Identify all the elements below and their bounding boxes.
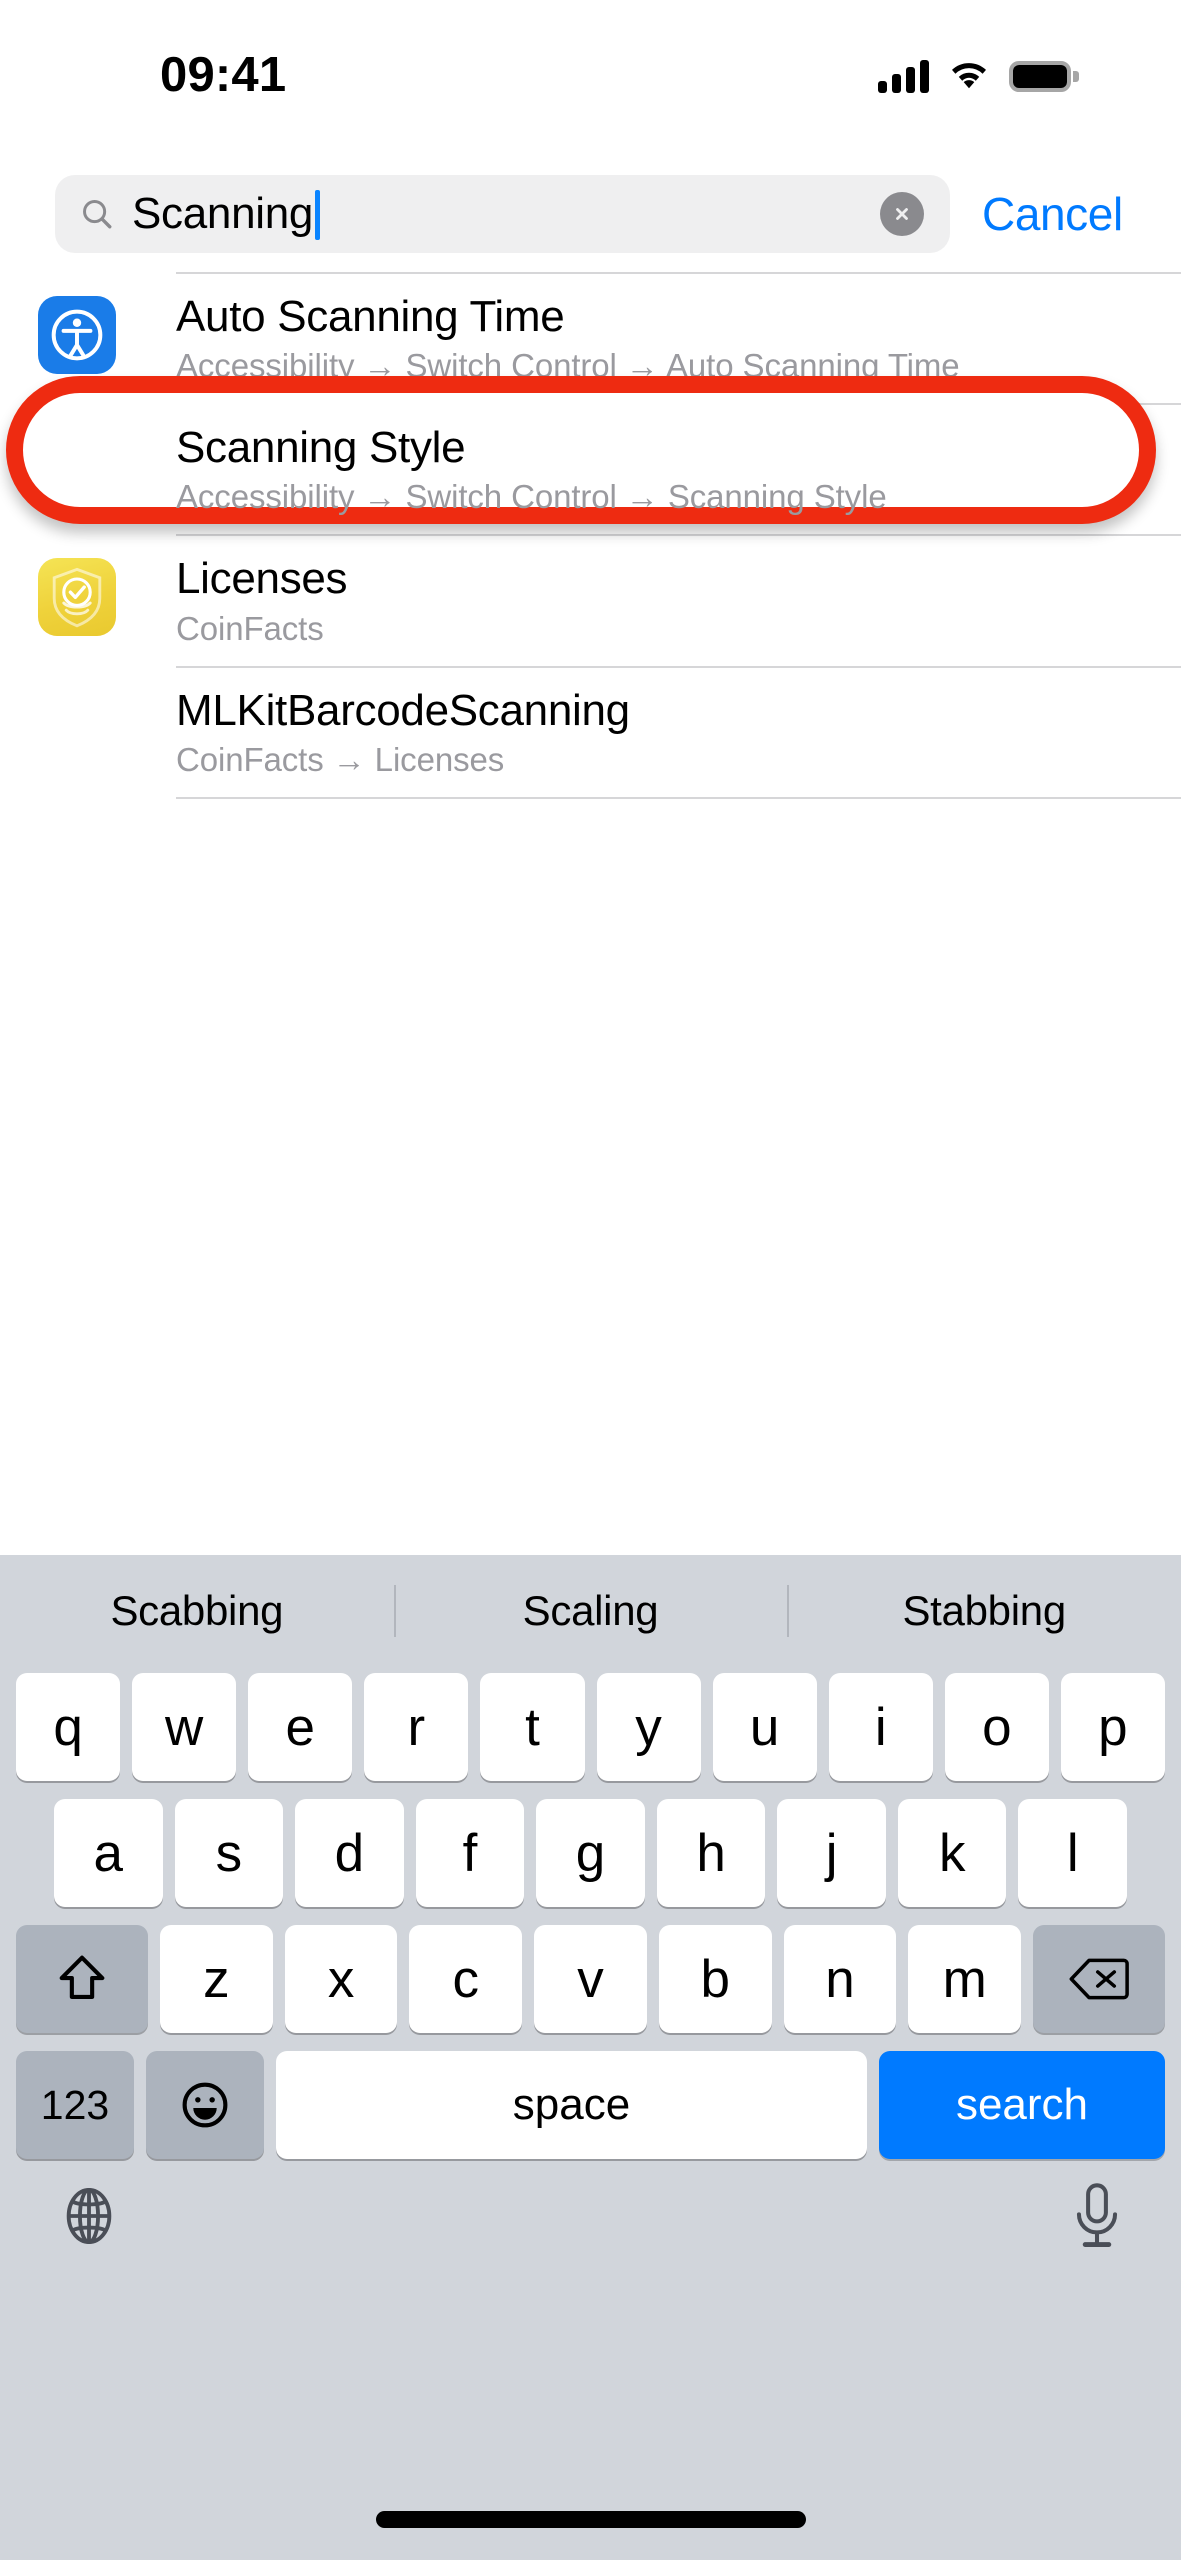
- search-bar: Scanning Cancel: [0, 168, 1181, 260]
- key-t[interactable]: t: [480, 1673, 585, 1781]
- keyboard-row-2: a s d f g h j k l: [0, 1799, 1181, 1907]
- list-item-body: MLKitBarcodeScanning CoinFacts → License…: [176, 686, 660, 779]
- space-key[interactable]: space: [276, 2051, 867, 2159]
- globe-icon: [66, 2187, 112, 2245]
- list-item[interactable]: MLKitBarcodeScanning CoinFacts → License…: [0, 668, 1181, 797]
- home-indicator: [375, 2511, 806, 2528]
- search-input-value: Scanning: [132, 189, 314, 238]
- list-item-body: Scanning Style Accessibility → Switch Co…: [176, 423, 917, 516]
- list-item-breadcrumb: Accessibility → Switch Control → Scannin…: [176, 478, 887, 516]
- suggestion-item[interactable]: Scaling: [394, 1587, 788, 1635]
- key-k[interactable]: k: [897, 1799, 1007, 1907]
- list-item-title: Auto Scanning Time: [176, 292, 565, 341]
- search-icon: [83, 200, 112, 229]
- delete-backward-icon: [1069, 1958, 1129, 2000]
- key-m[interactable]: m: [908, 1925, 1022, 2033]
- keyboard-bottom-bar: [0, 2159, 1181, 2256]
- key-g[interactable]: g: [536, 1799, 645, 1907]
- key-h[interactable]: h: [656, 1799, 766, 1907]
- key-e[interactable]: e: [248, 1673, 353, 1781]
- key-l[interactable]: l: [1018, 1799, 1128, 1907]
- key-f[interactable]: f: [415, 1799, 525, 1907]
- emoji-key[interactable]: [146, 2051, 264, 2159]
- shift-key[interactable]: [15, 1925, 148, 2033]
- key-y[interactable]: y: [596, 1673, 701, 1781]
- status-bar-time: 09:41: [160, 48, 287, 102]
- key-b[interactable]: b: [658, 1925, 772, 2033]
- key-r[interactable]: r: [364, 1673, 469, 1781]
- key-p[interactable]: p: [1060, 1673, 1165, 1781]
- list-item-body: Licenses CoinFacts: [176, 554, 377, 647]
- suggestion-bar: Scabbing Scaling Stabbing: [0, 1555, 1181, 1667]
- suggestion-item[interactable]: Scabbing: [0, 1587, 394, 1635]
- shift-arrow-icon: [59, 1955, 105, 1999]
- key-v[interactable]: v: [534, 1925, 647, 2033]
- list-item-breadcrumb: CoinFacts → Licenses: [176, 740, 505, 778]
- key-x[interactable]: x: [284, 1925, 398, 2033]
- suggestion-item[interactable]: Stabbing: [787, 1587, 1181, 1635]
- keyboard-row-1: q w e r t y u i o p: [0, 1673, 1181, 1781]
- delete-key[interactable]: [1033, 1925, 1166, 2033]
- list-item[interactable]: Auto Scanning Time Accessibility → Switc…: [0, 274, 1181, 403]
- clear-search-button[interactable]: [880, 192, 924, 236]
- key-c[interactable]: c: [409, 1925, 523, 2033]
- microphone-icon: [1076, 2183, 1118, 2247]
- text-cursor: [315, 190, 321, 240]
- search-return-key[interactable]: search: [879, 2051, 1165, 2159]
- key-i[interactable]: i: [828, 1673, 933, 1781]
- wifi-icon: [952, 63, 986, 89]
- list-item-breadcrumb: Accessibility → Switch Control → Auto Sc…: [176, 347, 960, 385]
- list-item[interactable]: Licenses CoinFacts: [0, 536, 1181, 665]
- clear-circle-icon: [896, 208, 908, 220]
- key-o[interactable]: o: [944, 1673, 1049, 1781]
- key-d[interactable]: d: [295, 1799, 404, 1907]
- key-s[interactable]: s: [174, 1799, 284, 1907]
- search-input[interactable]: Scanning: [55, 175, 950, 253]
- globe-key[interactable]: [56, 2183, 122, 2254]
- list-item-body: Auto Scanning Time Accessibility → Switc…: [176, 292, 990, 385]
- battery-icon: [1009, 60, 1079, 92]
- key-z[interactable]: z: [159, 1925, 273, 2033]
- list-item[interactable]: Scanning Style Accessibility → Switch Co…: [0, 405, 1181, 534]
- dictation-key[interactable]: [1069, 2181, 1125, 2256]
- cancel-button[interactable]: Cancel: [982, 187, 1123, 241]
- list-item-title: Licenses: [176, 554, 348, 604]
- key-u[interactable]: u: [712, 1673, 817, 1781]
- coinfacts-shield-check-icon: [38, 558, 116, 637]
- keyboard-row-4: 123 space search: [0, 2051, 1181, 2159]
- status-bar: 09:41: [0, 0, 1181, 140]
- search-results-list: Auto Scanning Time Accessibility → Switc…: [0, 272, 1181, 799]
- key-w[interactable]: w: [132, 1673, 237, 1781]
- list-item-title: MLKitBarcodeScanning: [176, 685, 630, 735]
- key-j[interactable]: j: [777, 1799, 886, 1907]
- key-n[interactable]: n: [783, 1925, 897, 2033]
- numbers-key[interactable]: 123: [16, 2051, 134, 2159]
- accessibility-icon: [38, 296, 116, 374]
- list-item-breadcrumb: CoinFacts: [176, 609, 324, 647]
- status-bar-indicators: [878, 59, 1079, 93]
- list-separator: [176, 796, 1181, 799]
- emoji-smiley-icon: [182, 2082, 228, 2128]
- key-q[interactable]: q: [16, 1673, 121, 1781]
- keyboard-row-3: z x c v b n m: [0, 1925, 1181, 2033]
- list-item-title: Scanning Style: [176, 423, 466, 473]
- onscreen-keyboard: Scabbing Scaling Stabbing q w e r t y u …: [0, 1555, 1181, 2560]
- cellular-signal-icon: [878, 59, 929, 93]
- key-a[interactable]: a: [53, 1799, 163, 1907]
